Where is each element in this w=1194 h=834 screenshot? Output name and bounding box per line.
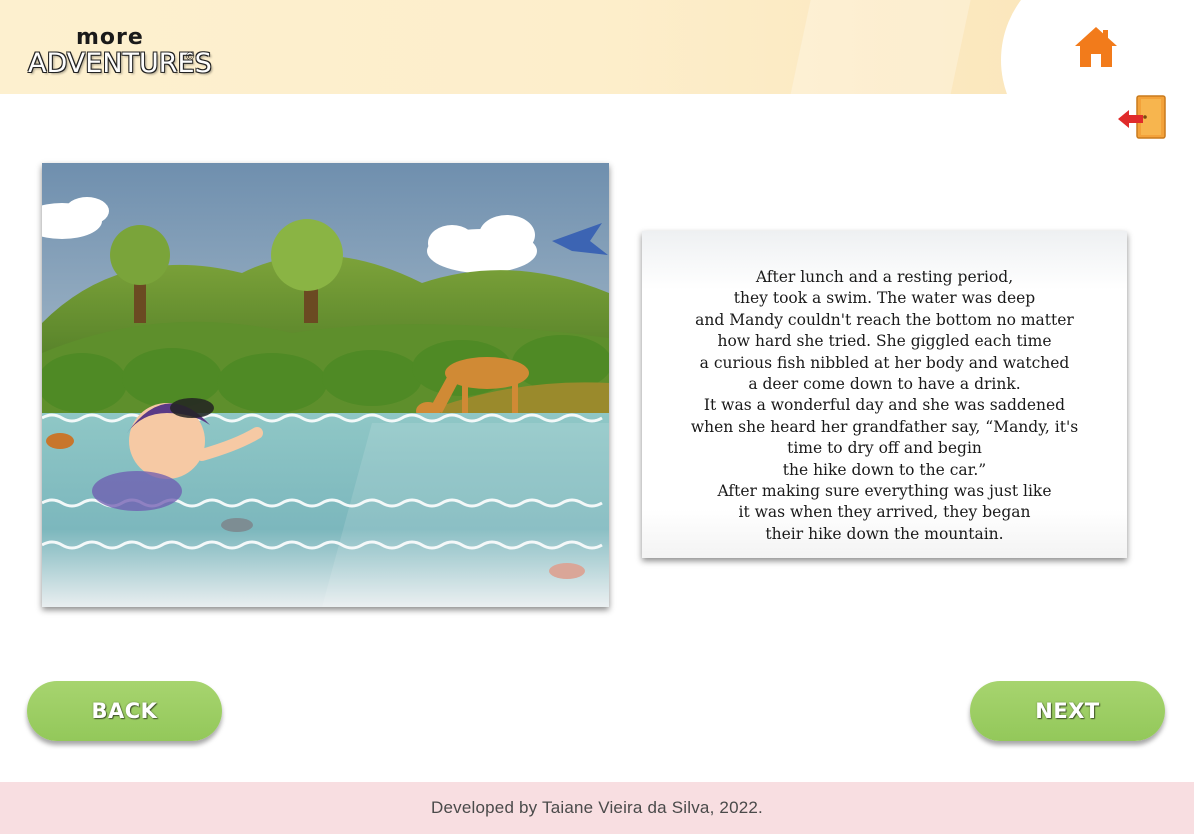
back-button-label: BACK: [91, 699, 158, 723]
back-button[interactable]: BACK: [27, 681, 222, 741]
next-button-label: NEXT: [1035, 699, 1100, 723]
story-line: they took a swim. The water was deep: [733, 289, 1036, 308]
story-line: it was when they arrived, they began: [738, 503, 1031, 522]
story-illustration: [42, 163, 609, 607]
header-decoration: [785, 0, 975, 94]
story-text-card: After lunch and a resting period, they t…: [642, 231, 1127, 558]
home-button[interactable]: [1072, 24, 1120, 70]
home-icon: [1075, 27, 1117, 67]
story-line: the hike down to the car.”: [782, 460, 987, 479]
logo-big-text: ADVENTURES: [28, 48, 212, 79]
exit-button[interactable]: [1117, 95, 1167, 141]
story-line: a deer come down to have a drink.: [748, 375, 1021, 394]
story-line: After lunch and a resting period,: [755, 268, 1014, 286]
footer-credit: Developed by Taiane Vieira da Silva, 202…: [431, 798, 763, 817]
logo-small-text: more: [76, 25, 144, 50]
story-line: After making sure everything was just li…: [717, 482, 1052, 501]
story-line: time to dry off and begin: [787, 439, 982, 458]
footer-bar: Developed by Taiane Vieira da Silva, 202…: [0, 782, 1194, 834]
story-line: It was a wonderful day and she was sadde…: [703, 396, 1066, 415]
story-text: After lunch and a resting period, they t…: [642, 267, 1127, 545]
story-line: when she heard her grandfather say, “Man…: [690, 417, 1079, 436]
story-line: how hard she tried. She giggled each tim…: [717, 332, 1052, 351]
app-root: more ADVENTURES © After lunch and a rest…: [0, 0, 1194, 834]
illustration-scene: [42, 163, 609, 607]
story-line: and Mandy couldn't reach the bottom no m…: [695, 310, 1074, 329]
header-bar: more ADVENTURES ©: [0, 0, 1194, 94]
logo-copyright-mark: ©: [186, 51, 195, 63]
next-button[interactable]: NEXT: [970, 681, 1165, 741]
story-line: a curious fish nibbled at her body and w…: [699, 353, 1070, 372]
story-line: their hike down the mountain.: [765, 524, 1004, 543]
brand-logo: more ADVENTURES ©: [28, 25, 212, 84]
exit-door-icon: [1118, 95, 1166, 139]
